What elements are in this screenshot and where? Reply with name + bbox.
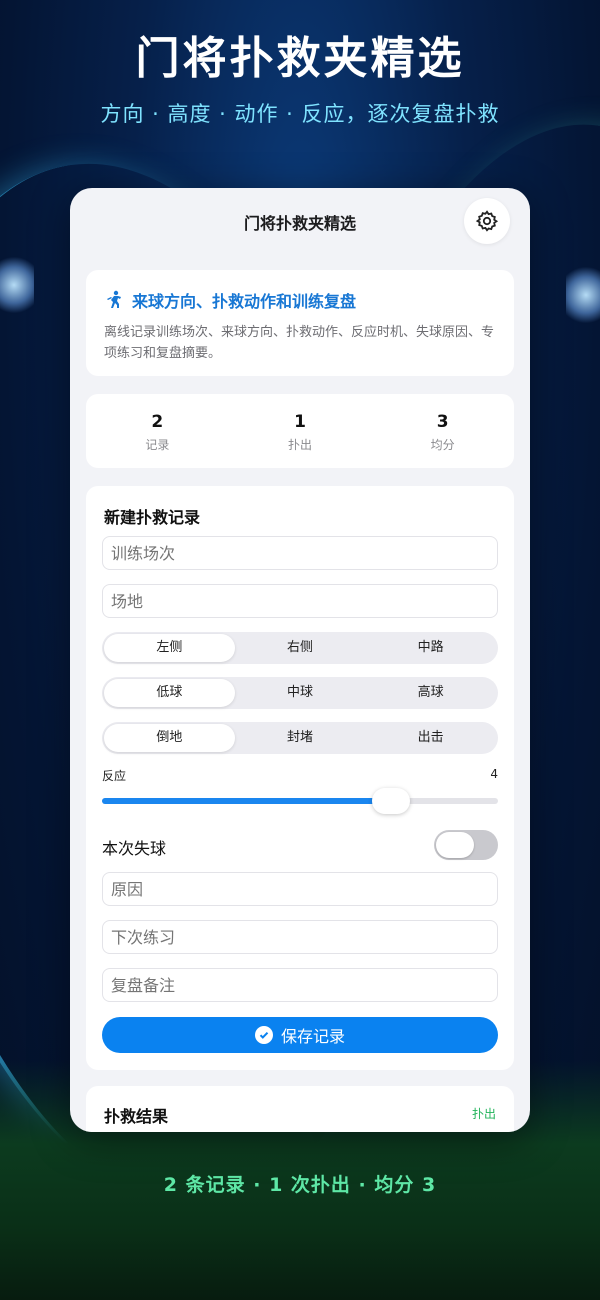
app-header: 门将扑救夹精选	[70, 188, 530, 254]
stadium-light-right	[566, 260, 600, 330]
toggle-knob	[436, 832, 474, 858]
direction-option-right[interactable]: 右侧	[235, 634, 366, 662]
summary-footer: 2 条记录 · 1 次扑出 · 均分 3	[163, 1174, 437, 1196]
venue-input[interactable]	[102, 584, 498, 618]
stat-label: 扑出	[288, 438, 313, 452]
action-segmented-control: 倒地 封堵 出击	[102, 722, 498, 754]
intro-title: 来球方向、扑救动作和训练复盘	[132, 292, 357, 311]
reaction-slider-thumb[interactable]	[372, 788, 411, 814]
settings-button[interactable]	[464, 198, 510, 244]
goalkeeper-icon	[107, 290, 121, 308]
height-option-high[interactable]: 高球	[365, 679, 496, 707]
direction-option-left[interactable]: 左侧	[104, 634, 235, 662]
results-card: 扑救结果 扑出	[86, 1086, 514, 1132]
stat-value: 3	[436, 412, 449, 432]
review-notes-input[interactable]	[102, 968, 498, 1002]
height-option-low[interactable]: 低球	[104, 679, 235, 707]
new-save-form: 新建扑救记录 左侧 右侧 中路 低球 中球 高球 倒地 封堵 出击 反应 4	[86, 486, 514, 1070]
form-title: 新建扑救记录	[104, 508, 201, 527]
next-practice-input[interactable]	[102, 920, 498, 954]
stat-saves: 1 扑出	[229, 394, 372, 468]
action-option-dive[interactable]: 倒地	[104, 724, 235, 752]
app-window: 门将扑救夹精选 来球方向、扑救动作和训练复盘 离线记录训练场次、来球方向、扑救动…	[70, 188, 530, 1132]
check-icon	[254, 1026, 273, 1044]
stat-records: 2 记录	[86, 394, 229, 468]
result-badge: 扑出	[471, 1107, 496, 1121]
stats-card: 2 记录 1 扑出 3 均分	[86, 394, 514, 468]
direction-option-center[interactable]: 中路	[365, 634, 496, 662]
reaction-label: 反应	[102, 769, 127, 783]
intro-description: 离线记录训练场次、来球方向、扑救动作、反应时机、失球原因、专项练习和复盘摘要。	[104, 325, 495, 361]
reaction-slider-row: 反应 4	[102, 767, 498, 814]
direction-segmented-control: 左侧 右侧 中路	[102, 632, 498, 664]
reaction-slider[interactable]	[102, 788, 498, 814]
gear-icon	[475, 210, 499, 232]
save-record-button[interactable]: 保存记录	[102, 1017, 498, 1053]
stat-label: 记录	[145, 438, 170, 452]
action-option-block[interactable]: 封堵	[235, 724, 366, 752]
stat-value: 2	[151, 412, 164, 432]
height-segmented-control: 低球 中球 高球	[102, 677, 498, 709]
hero-title: 门将扑救夹精选	[135, 33, 465, 84]
height-option-mid[interactable]: 中球	[235, 679, 366, 707]
stat-average: 3 均分	[371, 394, 514, 468]
reason-input[interactable]	[102, 872, 498, 906]
stadium-light-left	[0, 250, 34, 320]
stat-value: 1	[294, 412, 306, 432]
hero-subtitle: 方向 · 高度 · 动作 · 反应，逐次复盘扑救	[100, 102, 500, 126]
intro-card: 来球方向、扑救动作和训练复盘 离线记录训练场次、来球方向、扑救动作、反应时机、失…	[86, 270, 514, 376]
stat-label: 均分	[430, 438, 455, 452]
conceded-toggle-row: 本次失球	[102, 830, 498, 860]
action-option-rush[interactable]: 出击	[365, 724, 496, 752]
reaction-value: 4	[490, 767, 498, 781]
session-input[interactable]	[102, 536, 498, 570]
results-title: 扑救结果	[104, 1107, 169, 1126]
reaction-slider-fill	[102, 798, 392, 804]
app-title: 门将扑救夹精选	[243, 214, 356, 233]
save-label: 保存记录	[280, 1027, 345, 1046]
conceded-label: 本次失球	[102, 839, 167, 858]
conceded-toggle[interactable]	[434, 830, 498, 860]
